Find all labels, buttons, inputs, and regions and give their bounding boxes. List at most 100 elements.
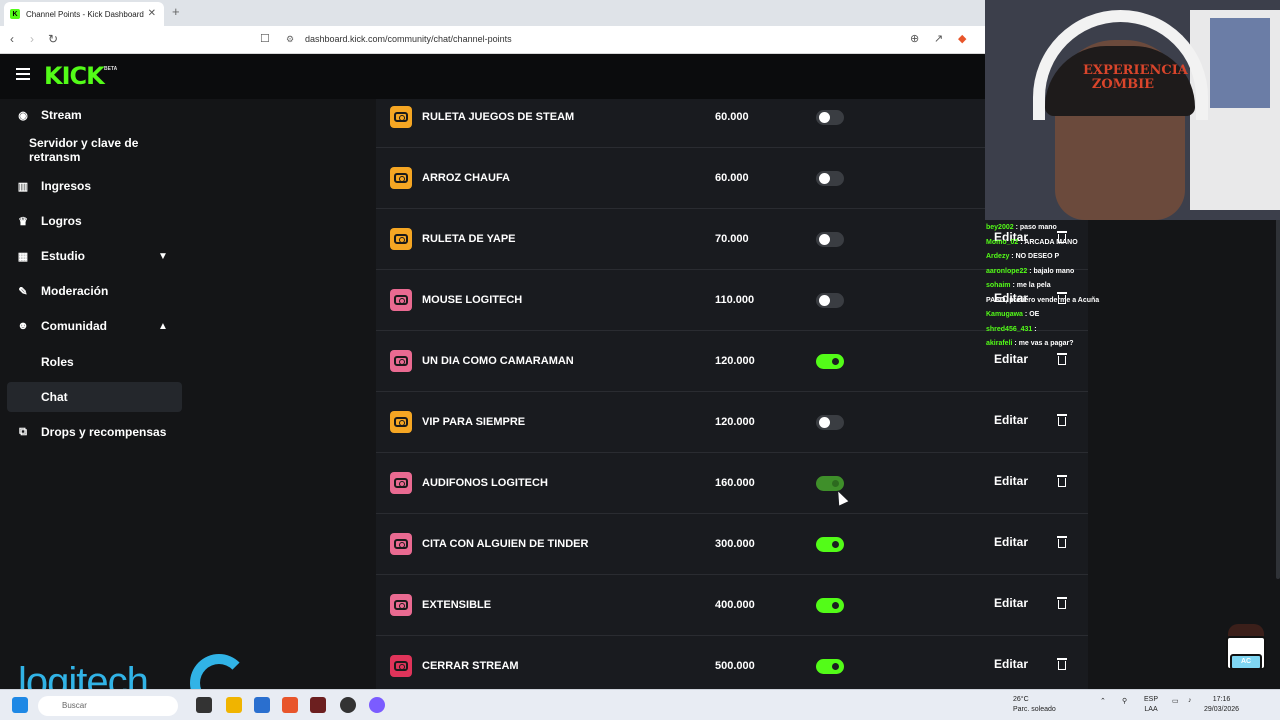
windows-taskbar: Buscar 26°C Parc. soleado ⌃ ⚲ ESP LAA ▭ … xyxy=(0,689,1280,720)
microphone-icon[interactable]: ⚲ xyxy=(1122,697,1127,705)
reward-enabled-toggle[interactable] xyxy=(816,476,844,491)
reward-enabled-toggle[interactable] xyxy=(816,171,844,186)
network-icon[interactable]: ▭ xyxy=(1172,697,1179,705)
chat-message: Ardezy : NO DESEO P xyxy=(986,253,1280,268)
sidebar: ◉ Stream Servidor y clave de retransm ▥ … xyxy=(0,99,190,689)
mascot-label: AC xyxy=(1230,654,1262,670)
reward-enabled-toggle[interactable] xyxy=(816,598,844,613)
reward-enabled-toggle[interactable] xyxy=(816,659,844,674)
reward-name: VIP PARA SIEMPRE xyxy=(422,416,526,428)
sidebar-item-label: Logros xyxy=(41,214,82,228)
chat-username: Ardezy xyxy=(986,253,1010,260)
discord-icon[interactable] xyxy=(369,697,385,713)
url-field[interactable]: dashboard.kick.com/community/chat/channe… xyxy=(305,34,512,44)
reward-name: MOUSE LOGITECH xyxy=(422,294,523,306)
reward-cost: 500.000 xyxy=(715,660,755,672)
volume-icon[interactable]: ♪ xyxy=(1188,697,1192,704)
reward-icon xyxy=(390,594,412,616)
sidebar-item-moderacion[interactable]: ✎ Moderación xyxy=(0,276,190,306)
delete-reward-trash-icon[interactable] xyxy=(1056,657,1068,671)
sidebar-item-stream[interactable]: ◉ Stream xyxy=(0,100,190,130)
chat-text: : me la pela xyxy=(1012,282,1051,289)
bookmark-icon[interactable]: ☐ xyxy=(260,32,270,45)
forward-icon[interactable]: › xyxy=(30,32,34,46)
gift-icon: ⧉ xyxy=(19,425,27,438)
language-indicator[interactable]: ESP LAA xyxy=(1144,695,1158,715)
back-icon[interactable]: ‹ xyxy=(10,32,14,46)
app-icon[interactable] xyxy=(310,697,326,713)
delete-reward-trash-icon[interactable] xyxy=(1056,474,1068,488)
sidebar-item-comunidad[interactable]: ☻ Comunidad ▲ xyxy=(0,311,190,341)
brave-shield-icon[interactable]: ◆ xyxy=(958,32,966,45)
reward-enabled-toggle[interactable] xyxy=(816,415,844,430)
reward-icon xyxy=(390,289,412,311)
delete-reward-trash-icon[interactable] xyxy=(1056,596,1068,610)
reload-icon[interactable]: ↻ xyxy=(48,32,58,46)
grid-icon: ▦ xyxy=(17,250,29,263)
browser-tab[interactable]: K Channel Points - Kick Dashboard ✕ xyxy=(4,2,164,26)
chat-username: Kamugawa xyxy=(986,311,1023,318)
delete-reward-trash-icon[interactable] xyxy=(1056,413,1068,427)
sidebar-item-logros[interactable]: ♛ Logros xyxy=(0,206,190,236)
edit-reward-button[interactable]: Editar xyxy=(994,474,1028,488)
delete-reward-trash-icon[interactable] xyxy=(1056,535,1068,549)
brave-browser-icon[interactable] xyxy=(282,697,298,713)
menu-icon[interactable] xyxy=(16,68,30,80)
edit-reward-button[interactable]: Editar xyxy=(994,657,1028,671)
sidebar-item-roles[interactable]: Roles xyxy=(0,347,190,377)
chat-text: : ARCADA MANO xyxy=(1020,238,1078,246)
reward-cost: 70.000 xyxy=(715,233,749,245)
reward-enabled-toggle[interactable] xyxy=(816,293,844,308)
reward-cost: 400.000 xyxy=(715,599,755,611)
reward-row: AUDIFONOS LOGITECH 160.000 Editar xyxy=(376,453,1088,514)
cap-text: EXPERIENCIA ZOMBIE xyxy=(1083,63,1188,92)
obs-icon[interactable] xyxy=(340,697,356,713)
tray-chevron-icon[interactable]: ⌃ xyxy=(1100,697,1106,705)
sidebar-item-chat[interactable]: Chat xyxy=(7,382,182,412)
sidebar-item-drops[interactable]: ⧉ Drops y recompensas xyxy=(0,417,190,447)
reward-row: EXTENSIBLE 400.000 Editar xyxy=(376,575,1088,636)
edit-reward-button[interactable]: Editar xyxy=(994,596,1028,610)
reward-enabled-toggle[interactable] xyxy=(816,537,844,552)
reward-row: UN DIA COMO CAMARAMAN 120.000 Editar xyxy=(376,331,1088,392)
sidebar-item-estudio[interactable]: ▦ Estudio ▼ xyxy=(0,241,190,271)
new-tab-icon[interactable]: + xyxy=(172,4,180,19)
reward-icon xyxy=(390,228,412,250)
wrench-icon: ✎ xyxy=(18,285,28,298)
reward-enabled-toggle[interactable] xyxy=(816,110,844,125)
weather-widget[interactable]: 26°C Parc. soleado xyxy=(995,695,1056,715)
chat-text: : me vas a pagar? xyxy=(1014,340,1074,347)
sidebar-item-ingresos[interactable]: ▥ Ingresos xyxy=(0,171,190,201)
reward-name: UN DIA COMO CAMARAMAN xyxy=(422,355,574,367)
lang-bottom: LAA xyxy=(1144,706,1158,713)
site-info-icon[interactable]: ⚙ xyxy=(286,34,294,45)
kick-logo[interactable]: KICK xyxy=(44,62,105,90)
taskview-icon[interactable] xyxy=(196,697,212,713)
share-icon[interactable]: ↗ xyxy=(934,32,943,45)
community-icon: ☻ xyxy=(17,320,29,332)
sidebar-item-server-key[interactable]: Servidor y clave de retransm xyxy=(0,135,190,165)
reward-cost: 160.000 xyxy=(715,477,755,489)
chat-username: bey2002 xyxy=(986,224,1014,231)
reward-enabled-toggle[interactable] xyxy=(816,232,844,247)
chat-text: : NO DESEO P xyxy=(1011,253,1060,260)
taskbar-search[interactable]: Buscar xyxy=(38,696,178,716)
taskbar-clock[interactable]: 17:16 29/03/2026 xyxy=(1204,695,1239,715)
reward-row: RULETA JUEGOS DE STEAM60.000Editar xyxy=(376,87,1088,148)
clock-date: 29/03/2026 xyxy=(1204,706,1240,713)
close-tab-icon[interactable]: ✕ xyxy=(148,8,156,19)
edit-reward-button[interactable]: Editar xyxy=(994,413,1028,427)
weather-temp: 26°C xyxy=(1013,696,1029,703)
screen: K Channel Points - Kick Dashboard ✕ + ‹ … xyxy=(0,0,1280,720)
edit-reward-button[interactable]: Editar xyxy=(994,535,1028,549)
chat-message: Kamugawa : OE xyxy=(986,311,1280,326)
zoom-icon[interactable]: ⊕ xyxy=(910,32,919,45)
file-explorer-icon[interactable] xyxy=(226,697,242,713)
reward-enabled-toggle[interactable] xyxy=(816,354,844,369)
sidebar-item-label: Comunidad xyxy=(41,319,107,333)
store-icon[interactable] xyxy=(254,697,270,713)
chat-message: aaronlope22 : bajalo mano xyxy=(986,268,1280,283)
windows-start-icon[interactable] xyxy=(12,697,28,713)
reward-cost: 120.000 xyxy=(715,416,755,428)
reward-name: ARROZ CHAUFA xyxy=(422,172,510,184)
